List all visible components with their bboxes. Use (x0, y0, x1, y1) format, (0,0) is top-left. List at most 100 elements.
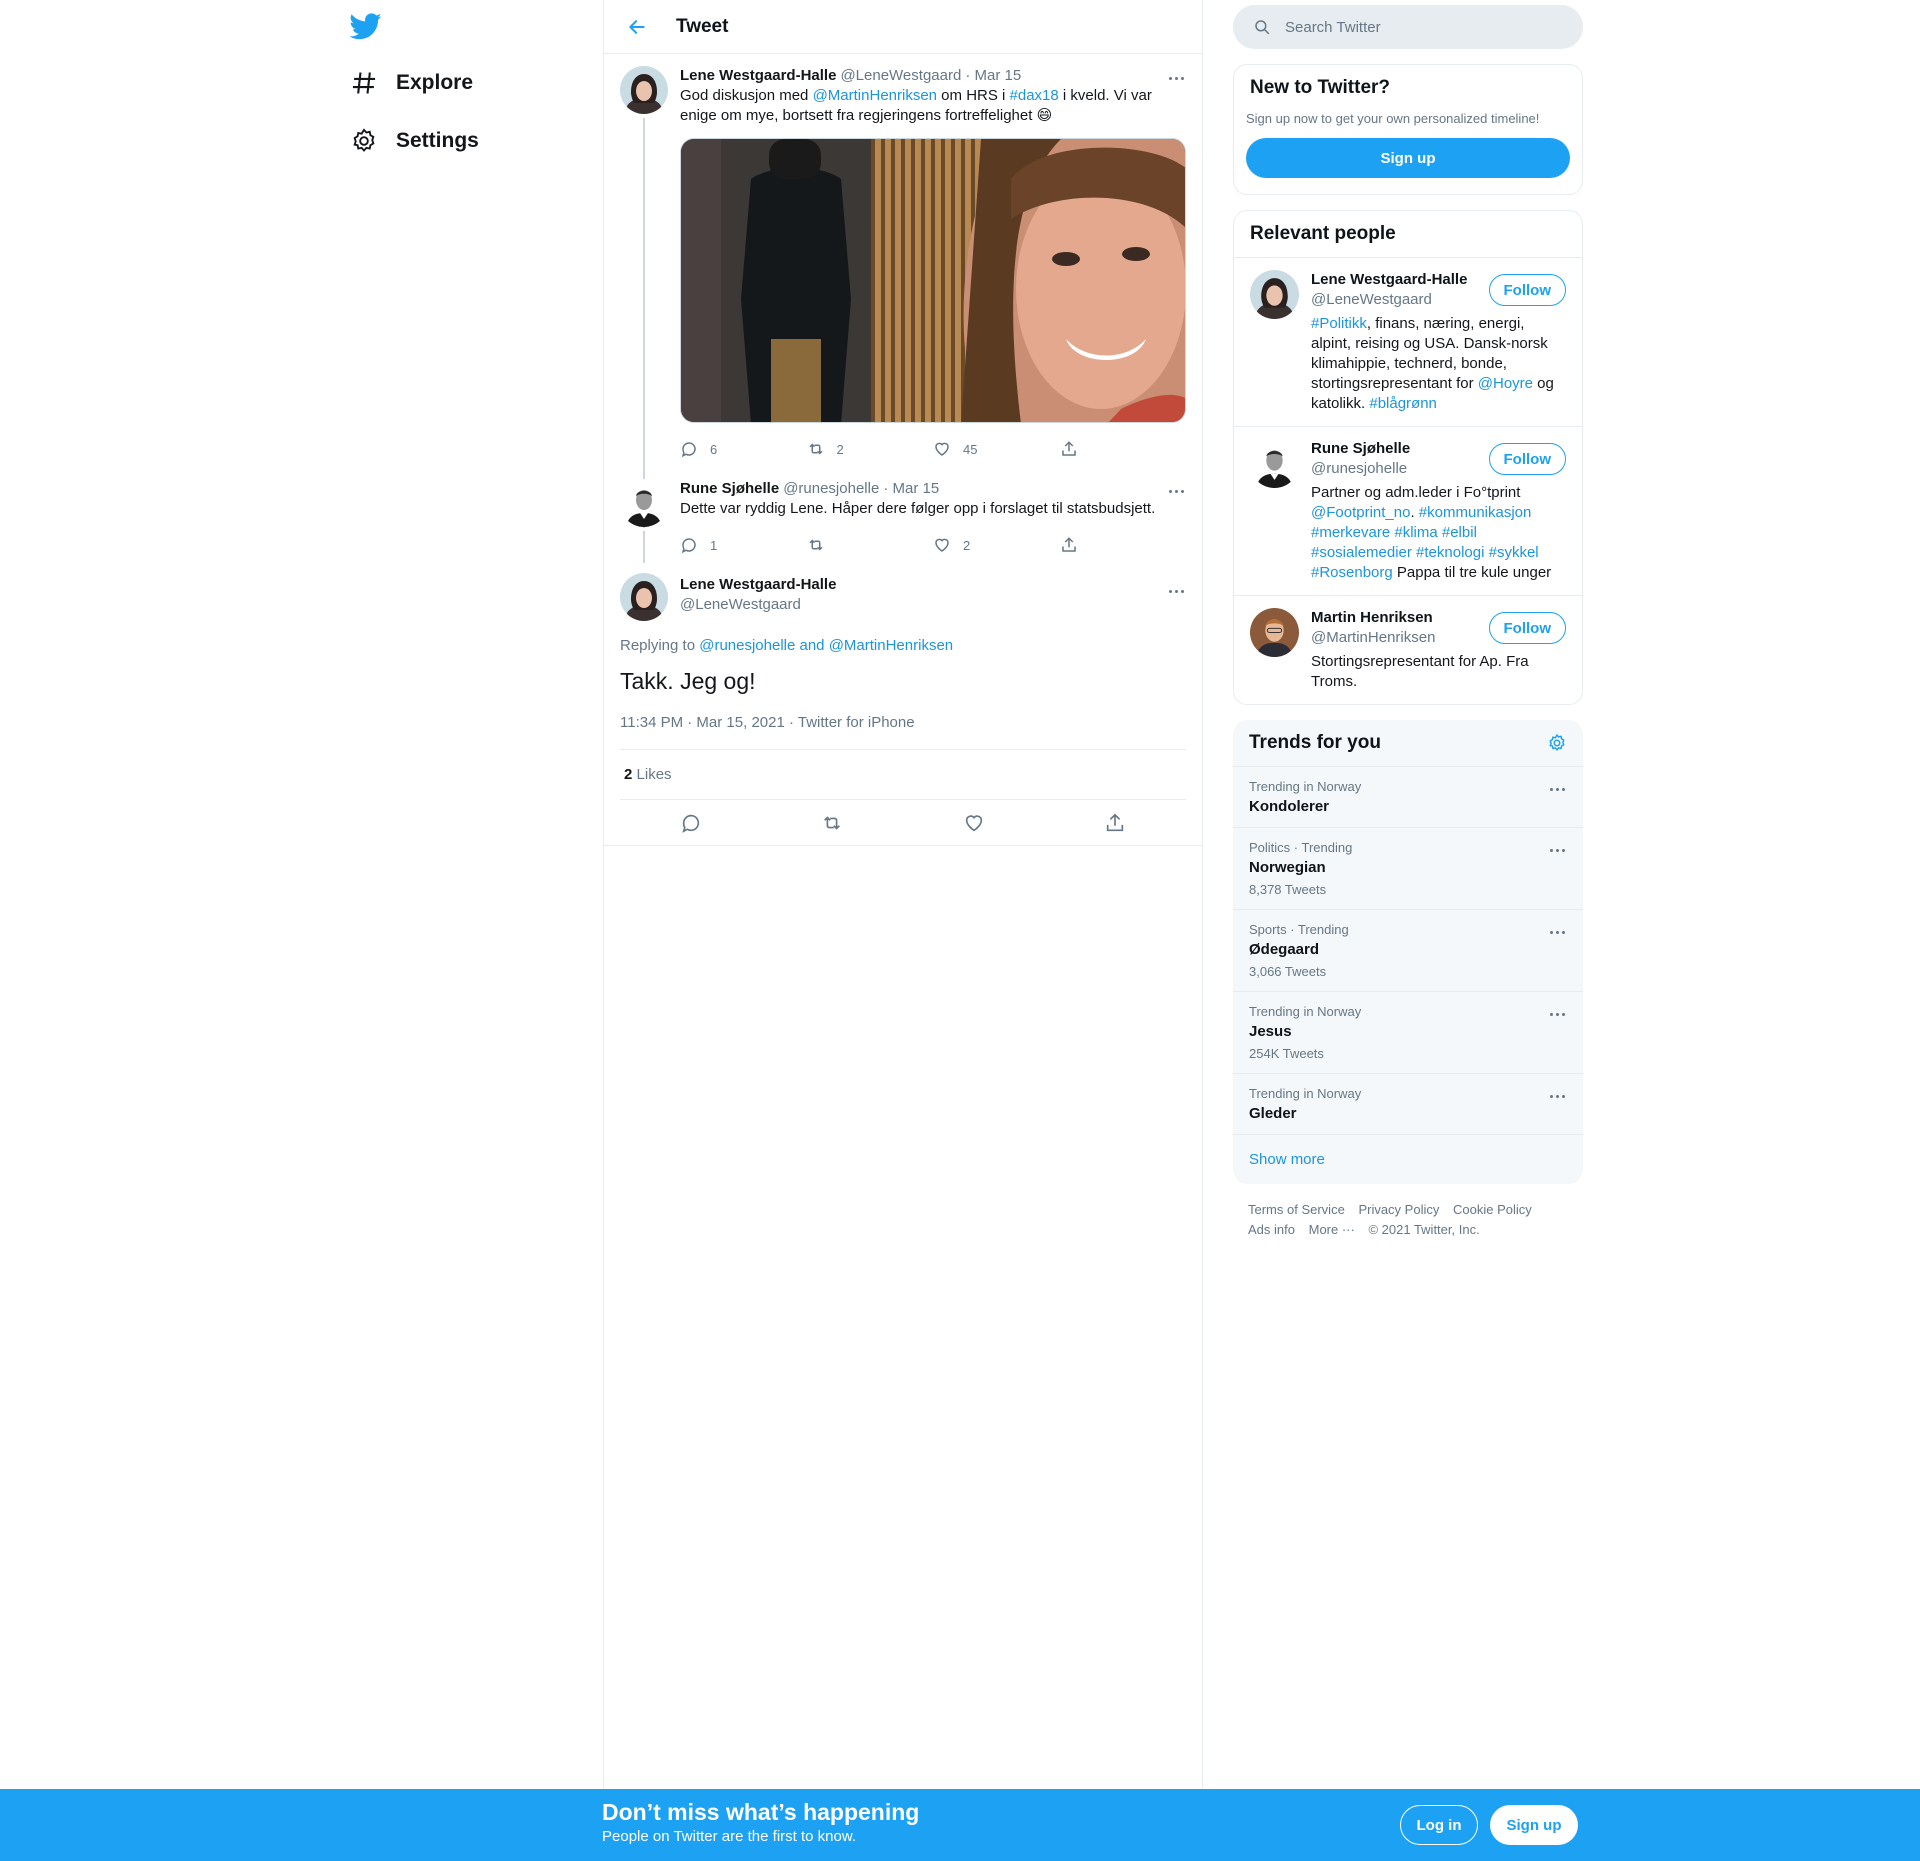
trend-meta: Sports · Trending (1249, 922, 1349, 937)
trend-item[interactable]: Trending in Norway Jesus 254K Tweets (1233, 991, 1583, 1073)
reply-count: 6 (710, 441, 718, 457)
share-button[interactable] (1060, 536, 1187, 554)
more-options-icon[interactable] (1547, 922, 1567, 942)
gear-icon[interactable] (1547, 733, 1567, 753)
page-header: Tweet (604, 0, 1202, 54)
person-item[interactable]: Rune Sjøhelle @runesjohelle Partner og a… (1234, 426, 1582, 595)
trend-item[interactable]: Politics · Trending Norwegian 8,378 Twee… (1233, 827, 1583, 909)
more-options-icon[interactable] (1547, 1004, 1567, 1024)
more-options-icon[interactable] (1166, 68, 1186, 88)
like-button[interactable] (954, 812, 994, 834)
banner-signup-button[interactable]: Sign up (1490, 1805, 1578, 1845)
footer-more-link[interactable]: More ··· (1309, 1222, 1355, 1237)
trend-name: Ødegaard (1249, 941, 1320, 958)
author-handle[interactable]: @runesjohelle (783, 479, 879, 499)
main-column: Tweet Lene Westgaard-Halle @LeneWestgaar… (603, 0, 1203, 1861)
reply-button[interactable]: 1 (680, 536, 807, 554)
author-handle[interactable]: @LeneWestgaard (680, 595, 1186, 615)
signup-button[interactable]: Sign up (1246, 138, 1570, 178)
share-button[interactable] (1060, 440, 1187, 458)
reply-count: 1 (710, 537, 718, 553)
follow-button[interactable]: Follow (1488, 274, 1566, 306)
hashtag-link[interactable]: #dax18 (1010, 87, 1059, 104)
card-title: Relevant people (1250, 223, 1396, 244)
replying-to-links[interactable]: @runesjohelle and @MartinHenriksen (699, 637, 953, 654)
reply-button[interactable] (671, 812, 711, 834)
signup-banner: Don’t miss what’s happening People on Tw… (0, 1789, 1920, 1861)
author-name[interactable]: Lene Westgaard-Halle (680, 575, 1186, 595)
reply-button[interactable]: 6 (680, 440, 807, 458)
trend-meta: Politics · Trending (1249, 840, 1353, 855)
thread-tweet-1[interactable]: Lene Westgaard-Halle @LeneWestgaard · Ma… (604, 54, 1202, 528)
footer-link[interactable]: Cookie Policy (1453, 1202, 1532, 1217)
main-tweet-text: Takk. Jeg og! (620, 668, 756, 694)
copyright: © 2021 Twitter, Inc. (1368, 1222, 1480, 1237)
card-subtitle: Sign up now to get your own personalized… (1246, 111, 1540, 126)
more-options-icon[interactable] (1547, 779, 1567, 799)
follow-button[interactable]: Follow (1488, 612, 1566, 644)
more-options-icon[interactable] (1547, 1086, 1567, 1106)
retweet-button[interactable]: 2 (807, 440, 934, 458)
thread-line (643, 531, 645, 563)
show-more-link[interactable]: Show more (1233, 1134, 1583, 1184)
search-box[interactable] (1233, 5, 1583, 49)
retweet-button[interactable] (812, 812, 852, 834)
footer-links: Terms of Service Privacy Policy Cookie P… (1233, 1184, 1583, 1256)
avatar[interactable] (1250, 270, 1299, 319)
avatar[interactable] (1250, 608, 1299, 657)
more-options-icon[interactable] (1166, 481, 1186, 501)
person-item[interactable]: Lene Westgaard-Halle @LeneWestgaard #Pol… (1234, 257, 1582, 426)
more-options-icon[interactable] (1547, 840, 1567, 860)
nav-settings[interactable]: Settings (350, 116, 479, 166)
like-button[interactable]: 45 (933, 440, 1060, 458)
footer-link[interactable]: Terms of Service (1248, 1202, 1345, 1217)
like-button[interactable]: 2 (933, 536, 1060, 554)
nav-settings-label: Settings (396, 129, 479, 152)
twitter-bird-icon[interactable] (350, 10, 382, 42)
person-bio: #Politikk, finans, næring, energi, alpin… (1311, 315, 1554, 412)
trend-meta: Trending in Norway (1249, 1004, 1362, 1019)
relevant-people-card: Relevant people Lene Westgaard-Halle @Le… (1233, 210, 1583, 705)
person-bio: Partner og adm.leder i Fo°tprint @Footpr… (1311, 484, 1552, 581)
tweet-date[interactable]: · Mar 15 (883, 479, 939, 499)
trend-count: 8,378 Tweets (1249, 882, 1327, 897)
author-name[interactable]: Rune Sjøhelle (680, 479, 779, 499)
trend-item[interactable]: Trending in Norway Kondolerer (1233, 766, 1583, 827)
avatar[interactable] (620, 479, 668, 527)
tweet-photo[interactable] (680, 138, 1186, 423)
tweet-date[interactable]: · Mar 15 (965, 66, 1021, 86)
trend-item[interactable]: Sports · Trending Ødegaard 3,066 Tweets (1233, 909, 1583, 991)
author-handle[interactable]: @LeneWestgaard (840, 66, 961, 86)
avatar[interactable] (620, 66, 668, 114)
banner-subtitle: People on Twitter are the first to know. (602, 1828, 857, 1845)
avatar[interactable] (1250, 439, 1299, 488)
new-to-twitter-card: New to Twitter? Sign up now to get your … (1233, 64, 1583, 195)
avatar[interactable] (620, 573, 668, 621)
main-tweet: Lene Westgaard-Halle @LeneWestgaard Repl… (604, 561, 1202, 846)
nav-explore[interactable]: Explore (350, 58, 473, 108)
search-input[interactable] (1285, 18, 1545, 36)
back-arrow-icon[interactable] (620, 10, 654, 44)
tweet-text: God diskusjon med @MartinHenriksen om HR… (680, 87, 1152, 124)
author-name[interactable]: Lene Westgaard-Halle (680, 66, 836, 86)
search-icon (1255, 20, 1270, 35)
retweet-button[interactable] (807, 536, 934, 554)
follow-button[interactable]: Follow (1488, 443, 1566, 475)
footer-link[interactable]: Privacy Policy (1358, 1202, 1439, 1217)
thread-tweet-2[interactable]: Rune Sjøhelle @runesjohelle · Mar 15 Det… (604, 465, 1202, 563)
footer-link[interactable]: Ads info (1248, 1222, 1295, 1237)
login-button[interactable]: Log in (1400, 1805, 1478, 1845)
likes-stat[interactable]: 2 Likes (620, 750, 1186, 800)
trends-card: Trends for you Trending in Norway Kondol… (1233, 720, 1583, 1184)
person-item[interactable]: Martin Henriksen @MartinHenriksen Storti… (1234, 595, 1582, 704)
tweet-timestamp[interactable]: 11:34 PM · Mar 15, 2021 · Twitter for iP… (620, 714, 1186, 750)
card-title: Trends for you (1249, 732, 1381, 753)
more-options-icon[interactable] (1166, 581, 1186, 601)
replying-to: Replying to @runesjohelle and @MartinHen… (620, 637, 954, 654)
trend-name: Kondolerer (1249, 798, 1330, 815)
share-button[interactable] (1095, 812, 1135, 834)
trend-item[interactable]: Trending in Norway Gleder (1233, 1073, 1583, 1134)
banner-title: Don’t miss what’s happening (602, 1799, 920, 1825)
trend-count: 3,066 Tweets (1249, 964, 1327, 979)
mention-link[interactable]: @MartinHenriksen (813, 87, 937, 104)
